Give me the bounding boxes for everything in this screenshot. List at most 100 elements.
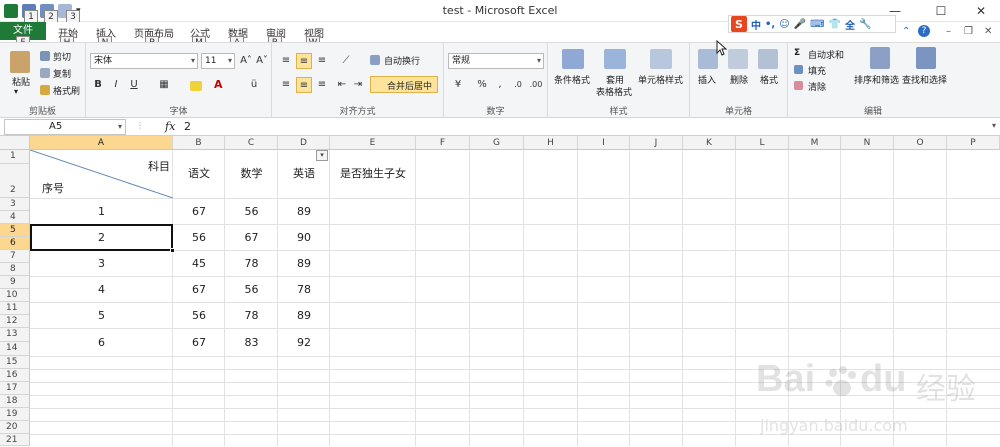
row-header-7[interactable]: 7 <box>0 250 30 263</box>
increase-decimal-icon[interactable]: .0 <box>510 77 526 93</box>
column-header-e[interactable]: E <box>330 136 416 150</box>
format-painter-button[interactable]: 格式刷 <box>53 84 80 97</box>
fill-handle[interactable] <box>170 248 175 253</box>
row3-chinese-cell[interactable]: 45 <box>173 257 225 270</box>
find-select-button[interactable]: 查找和选择 <box>902 73 947 86</box>
ime-chinese-toggle[interactable]: 中 <box>751 17 761 32</box>
column-header-h[interactable]: H <box>524 136 578 150</box>
align-right-icon[interactable]: ≡ <box>314 77 330 93</box>
row-header-9[interactable]: 9 <box>0 276 30 289</box>
row5-chinese-cell[interactable]: 56 <box>173 309 225 322</box>
header-only-child-cell[interactable]: 是否独生子女 <box>330 165 416 181</box>
row1-english-cell[interactable]: 89 <box>278 205 330 218</box>
percent-icon[interactable]: % <box>474 77 490 93</box>
row3-id-cell[interactable]: 3 <box>30 257 173 270</box>
formula-input[interactable]: 2 <box>184 120 191 133</box>
row-header-21[interactable]: 21 <box>0 434 30 446</box>
column-header-p[interactable]: P <box>947 136 1000 150</box>
column-header-g[interactable]: G <box>470 136 524 150</box>
delete-cells-button[interactable]: 删除 <box>730 73 748 86</box>
row4-chinese-cell[interactable]: 67 <box>173 283 225 296</box>
paste-dropdown-icon[interactable]: ▾ <box>14 87 18 96</box>
header-math-cell[interactable]: 数学 <box>225 165 278 181</box>
number-format-select[interactable]: 常规 <box>448 53 544 69</box>
column-header-f[interactable]: F <box>416 136 470 150</box>
autosum-icon[interactable]: Σ <box>794 48 800 58</box>
cut-icon[interactable] <box>40 51 50 61</box>
clear-icon[interactable] <box>794 81 803 90</box>
row6-math-cell[interactable]: 83 <box>225 336 278 349</box>
row4-math-cell[interactable]: 56 <box>225 283 278 296</box>
row6-id-cell[interactable]: 6 <box>30 336 173 349</box>
underline-button[interactable]: U <box>126 77 142 93</box>
expand-formula-bar-icon[interactable]: ▾ <box>992 121 996 130</box>
header-number-cell[interactable]: 序号 <box>42 180 64 196</box>
grow-font-button[interactable]: A˄ <box>238 53 254 69</box>
autofilter-dropdown-icon[interactable]: ▾ <box>316 150 328 161</box>
row5-id-cell[interactable]: 5 <box>30 309 173 322</box>
comma-icon[interactable]: , <box>492 77 508 93</box>
row-header-20[interactable]: 20 <box>0 421 30 434</box>
align-center-icon[interactable]: ≡ <box>296 77 312 93</box>
column-header-k[interactable]: K <box>683 136 736 150</box>
sogou-logo-icon[interactable]: S <box>731 16 747 32</box>
row-header-17[interactable]: 17 <box>0 382 30 395</box>
wrap-text-icon[interactable] <box>370 55 380 65</box>
sort-filter-icon[interactable] <box>870 47 890 69</box>
format-as-table-button[interactable]: 表格格式 <box>596 85 632 98</box>
row-header-3[interactable]: 3 <box>0 198 30 211</box>
maximize-button[interactable]: ☐ <box>926 2 956 20</box>
worksheet-grid[interactable]: A B C D E F G H I J K L M N O P 1 2 3 4 … <box>0 136 1000 446</box>
sort-filter-button[interactable]: 排序和筛选 <box>854 73 899 86</box>
format-cells-button[interactable]: 格式 <box>760 73 778 86</box>
column-header-a[interactable]: A <box>30 136 173 150</box>
conditional-format-icon[interactable] <box>562 49 584 69</box>
ime-microphone-icon[interactable]: 🎤 <box>794 19 806 30</box>
row-header-18[interactable]: 18 <box>0 395 30 408</box>
insert-cells-button[interactable]: 插入 <box>698 73 716 86</box>
row2-chinese-cell[interactable]: 56 <box>173 231 225 244</box>
help-icon[interactable]: ? <box>918 25 930 37</box>
font-size-select[interactable]: 11 <box>201 53 235 69</box>
header-english-cell[interactable]: 英语 <box>278 165 330 181</box>
ime-emoji-icon[interactable]: ☺ <box>779 19 789 30</box>
row-header-8[interactable]: 8 <box>0 263 30 276</box>
clear-button[interactable]: 清除 <box>808 80 826 93</box>
ribbon-collapse-icon[interactable]: ⌃ <box>902 26 910 37</box>
decrease-indent-icon[interactable]: ⇤ <box>334 77 350 93</box>
header-chinese-cell[interactable]: 语文 <box>173 165 225 181</box>
find-select-icon[interactable] <box>916 47 936 69</box>
row2-math-cell[interactable]: 67 <box>225 231 278 244</box>
row-header-14[interactable]: 14 <box>0 342 30 356</box>
cell-styles-icon[interactable] <box>650 49 672 69</box>
delete-cells-icon[interactable] <box>728 49 748 69</box>
row3-english-cell[interactable]: 89 <box>278 257 330 270</box>
workbook-minimize-icon[interactable]: – <box>946 26 951 37</box>
active-cell-selection[interactable] <box>30 224 173 251</box>
ime-keyboard-icon[interactable]: ⌨ <box>810 19 824 30</box>
autosum-button[interactable]: 自动求和 <box>808 48 844 61</box>
format-cells-icon[interactable] <box>758 49 778 69</box>
insert-cells-icon[interactable] <box>698 49 718 69</box>
merge-center-button[interactable]: 合并后居中 <box>370 76 438 93</box>
font-name-select[interactable]: 宋体 <box>90 53 198 69</box>
column-header-c[interactable]: C <box>225 136 278 150</box>
row-header-4[interactable]: 4 <box>0 211 30 224</box>
align-top-icon[interactable]: ≡ <box>278 53 294 69</box>
bold-button[interactable]: B <box>90 77 106 93</box>
close-button[interactable]: ✕ <box>966 2 996 20</box>
row2-english-cell[interactable]: 90 <box>278 231 330 244</box>
italic-button[interactable]: I <box>108 77 124 93</box>
row1-math-cell[interactable]: 56 <box>225 205 278 218</box>
row3-math-cell[interactable]: 78 <box>225 257 278 270</box>
row-header-16[interactable]: 16 <box>0 369 30 382</box>
copy-button[interactable]: 复制 <box>53 67 71 80</box>
paste-icon[interactable] <box>10 51 30 73</box>
increase-indent-icon[interactable]: ⇥ <box>350 77 366 93</box>
fill-button[interactable]: 填充 <box>808 64 826 77</box>
column-header-d[interactable]: D <box>278 136 330 150</box>
align-left-icon[interactable]: ≡ <box>278 77 294 93</box>
row5-english-cell[interactable]: 89 <box>278 309 330 322</box>
accounting-icon[interactable]: ¥ <box>450 77 466 93</box>
row5-math-cell[interactable]: 78 <box>225 309 278 322</box>
